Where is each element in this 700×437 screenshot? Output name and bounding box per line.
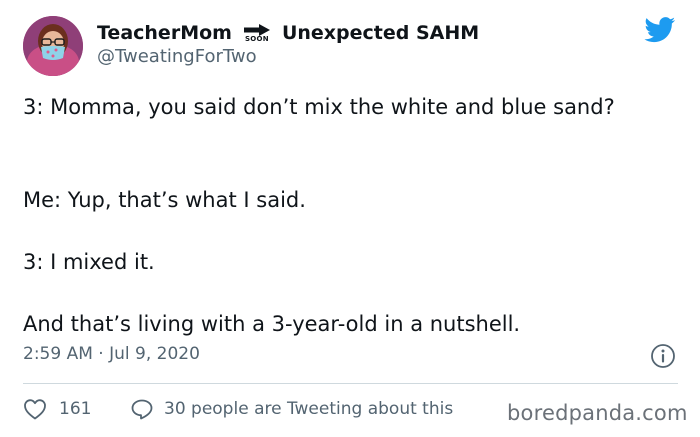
avatar[interactable] [23,16,83,76]
soon-label: SOON [244,34,269,43]
soon-arrow: SOON [240,23,274,43]
info-icon[interactable] [650,343,676,369]
tweet-line-1: 3: Momma, you said don’t mix the white a… [23,95,615,119]
tweet-text: 3: Momma, you said don’t mix the white a… [23,92,678,336]
tweet-line-2: Me: Yup, that’s what I said. [23,188,306,212]
divider [23,383,678,384]
twitter-bird-icon[interactable] [644,17,676,43]
tweet-line-4: And that’s living with a 3-year-old in a… [23,312,521,336]
display-name-part2: Unexpected SAHM [281,22,480,44]
like-button[interactable]: 161 [23,398,91,420]
tweet-timestamp[interactable]: 2:59 AM · Jul 9, 2020 [23,344,200,364]
tweet-line-3: 3: I mixed it. [23,250,155,274]
conversation-count: 30 people are Tweeting about this [164,399,454,419]
tweet-card: TeacherMom SOON Unexpected SAHM @Tweatin… [0,0,700,437]
heart-icon [24,399,46,420]
display-name-part1: TeacherMom [97,22,232,44]
display-name[interactable]: TeacherMom SOON Unexpected SAHM [97,20,479,46]
conversation-link[interactable]: 30 people are Tweeting about this [130,398,453,420]
like-count: 161 [59,399,92,419]
reply-icon [131,399,153,420]
user-handle[interactable]: @TweatingForTwo [97,46,257,67]
watermark: boredpanda.com [507,401,688,425]
